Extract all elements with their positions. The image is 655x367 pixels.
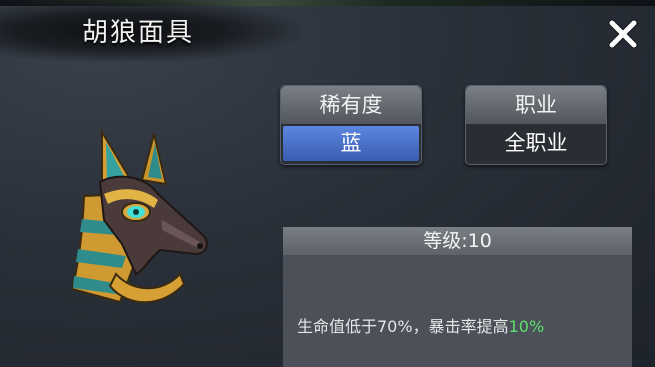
job-box: 职业 全职业 [465, 85, 607, 165]
rarity-box: 稀有度 蓝 [280, 85, 422, 165]
level-text: 等级:10 [283, 227, 632, 255]
job-label: 职业 [466, 86, 606, 125]
rarity-label: 稀有度 [281, 86, 421, 125]
effect-highlight: 10% [508, 317, 545, 336]
description-panel: 等级:10 生命值低于70%，暴击率提高10% [283, 227, 632, 367]
effect-description: 生命值低于70%，暴击率提高10% [297, 313, 544, 337]
job-value: 全职业 [468, 126, 604, 161]
item-title: 胡狼面具 [82, 18, 195, 48]
jackal-mask-icon [62, 124, 212, 309]
effect-text: 生命值低于70%，暴击率提高 [297, 317, 509, 336]
close-x-icon[interactable] [603, 14, 643, 54]
rarity-value: 蓝 [283, 126, 419, 161]
item-detail-panel: 胡狼面具 稀有度 蓝 职业 全职业 等级:10 生命值低于70%，暴击率提高10… [0, 0, 655, 367]
